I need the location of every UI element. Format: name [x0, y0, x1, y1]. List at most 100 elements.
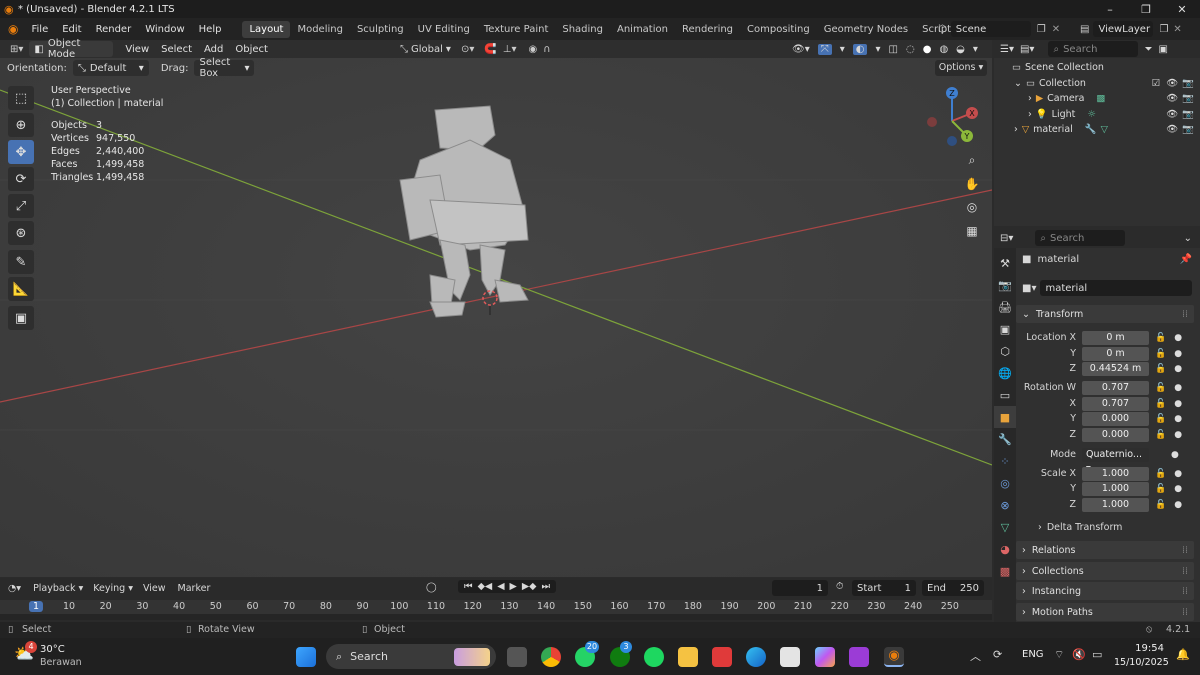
- keyframe-dot[interactable]: ●: [1174, 414, 1182, 424]
- xbox-icon[interactable]: 3: [610, 641, 632, 667]
- rotation-x-field[interactable]: 0.707: [1082, 396, 1149, 411]
- ms-store-icon[interactable]: [780, 647, 800, 667]
- timeline-menu-marker[interactable]: Marker: [178, 583, 211, 594]
- keyframe-dot[interactable]: ●: [1174, 364, 1182, 374]
- collection-tab-icon[interactable]: ▭: [994, 384, 1016, 406]
- ortho-grid-icon[interactable]: ▦: [962, 221, 982, 241]
- wifi-icon[interactable]: ⌔: [1054, 648, 1064, 662]
- rotation-w-field[interactable]: 0.707: [1082, 380, 1149, 395]
- blender-menu-icon[interactable]: ◉: [0, 22, 24, 36]
- tray-chevron-icon[interactable]: ︿: [970, 648, 981, 664]
- material-tab-icon[interactable]: ◕: [994, 538, 1016, 560]
- keyframe-dot[interactable]: ●: [1174, 399, 1182, 409]
- eye-icon[interactable]: 👁: [1166, 93, 1178, 104]
- location-x-field[interactable]: 0 m: [1082, 330, 1149, 345]
- sync-icon[interactable]: ⟳: [993, 648, 1002, 661]
- outliner-material[interactable]: › ▽ material 🔧 ▽ 👁 📷: [994, 122, 1200, 138]
- drag-dropdown[interactable]: Select Box ▾: [194, 57, 255, 79]
- lock-icon[interactable]: 🔓: [1155, 414, 1166, 424]
- viewport-menu-view[interactable]: View: [119, 44, 155, 55]
- spotify-icon[interactable]: [644, 647, 664, 667]
- pin-icon[interactable]: 📌: [1180, 254, 1192, 265]
- measure-tool-icon[interactable]: 📐: [8, 277, 34, 301]
- play-reverse-icon[interactable]: ◀: [497, 581, 504, 592]
- properties-search-input[interactable]: ⌕ Search: [1035, 230, 1126, 246]
- timeline-scrollbar[interactable]: [0, 614, 992, 620]
- material-shading-icon[interactable]: ◍: [939, 44, 948, 55]
- instancing-panel-header[interactable]: › Instancing ⁞⁞: [1016, 582, 1194, 600]
- motion-paths-panel-header[interactable]: › Motion Paths ⁞⁞: [1016, 603, 1194, 621]
- output-tab-icon[interactable]: 🖨: [994, 296, 1016, 318]
- outliner-scene-collection[interactable]: ▭ Scene Collection: [994, 60, 1200, 76]
- add-cube-tool-icon[interactable]: ▣: [8, 306, 34, 330]
- annotate-tool-icon[interactable]: ✎: [8, 250, 34, 274]
- snap-target-icon[interactable]: ⊥▾: [503, 44, 517, 55]
- new-collection-icon[interactable]: ▣: [1158, 44, 1167, 55]
- lock-icon[interactable]: 🔓: [1155, 484, 1166, 494]
- tab-animation[interactable]: Animation: [610, 21, 675, 38]
- keyframe-dot[interactable]: ●: [1171, 450, 1179, 460]
- battery-icon[interactable]: ▭: [1092, 648, 1102, 661]
- xray-icon[interactable]: ◫: [889, 44, 898, 55]
- tab-sculpting[interactable]: Sculpting: [350, 21, 411, 38]
- maximize-button[interactable]: ❐: [1128, 0, 1164, 18]
- eye-icon[interactable]: 👁: [1166, 124, 1178, 135]
- camera-render-icon[interactable]: 📷: [1182, 124, 1194, 135]
- zoom-icon[interactable]: ⌕: [962, 150, 982, 170]
- select-box-tool-icon[interactable]: ⬚: [8, 86, 34, 110]
- eye-icon[interactable]: 👁: [1166, 78, 1178, 89]
- task-view-icon[interactable]: [507, 647, 527, 667]
- tab-layout[interactable]: Layout: [242, 20, 291, 38]
- overlay-toggle-icon[interactable]: ◐: [852, 43, 868, 55]
- object-mode-dropdown[interactable]: ◧ Object Mode: [29, 38, 114, 60]
- timeline-ruler[interactable]: 1 10 20 30 40 50 60 70 80 90 100 110 120 130 140 150 160…: [0, 600, 992, 614]
- jump-start-icon[interactable]: ⏮: [464, 581, 473, 592]
- location-y-field[interactable]: 0 m: [1082, 346, 1149, 361]
- wps-office-icon[interactable]: [712, 647, 732, 667]
- world-tab-icon[interactable]: 🌐: [994, 362, 1016, 384]
- pivot-icon[interactable]: ⊙▾: [461, 44, 474, 55]
- rotation-z-field[interactable]: 0.000: [1082, 427, 1149, 442]
- object-name-field[interactable]: material: [1040, 280, 1192, 296]
- solid-shading-icon[interactable]: ●: [923, 44, 932, 55]
- play-icon[interactable]: ▶: [510, 581, 517, 592]
- physics-tab-icon[interactable]: ◎: [994, 472, 1016, 494]
- keyframe-dot[interactable]: ●: [1174, 430, 1182, 440]
- windows-start-icon[interactable]: [296, 647, 316, 667]
- tab-uv-editing[interactable]: UV Editing: [411, 21, 477, 38]
- scene-selector[interactable]: Scene: [950, 21, 1031, 37]
- file-explorer-icon[interactable]: [678, 647, 698, 667]
- scale-tool-icon[interactable]: ⤢: [8, 194, 34, 218]
- timeline-editor-icon[interactable]: ◔▾: [8, 583, 21, 594]
- lock-icon[interactable]: 🔓: [1155, 364, 1166, 374]
- rotation-y-field[interactable]: 0.000: [1082, 411, 1149, 426]
- lock-icon[interactable]: 🔓: [1155, 333, 1166, 343]
- end-frame-field[interactable]: End 250: [922, 580, 984, 596]
- volume-muted-icon[interactable]: 🔇: [1072, 648, 1086, 661]
- orientation-dropdown[interactable]: ⤡ Default ▾: [72, 60, 149, 76]
- scale-x-field[interactable]: 1.000: [1082, 466, 1149, 481]
- timeline-menu-playback[interactable]: Playback ▾: [33, 583, 83, 594]
- modifier-tab-icon[interactable]: 🔧: [994, 428, 1016, 450]
- filter-icon[interactable]: ⏷: [1144, 44, 1152, 55]
- outliner-search-input[interactable]: ⌕ Search: [1048, 41, 1139, 57]
- language-indicator[interactable]: ENG: [1022, 649, 1044, 660]
- tab-rendering[interactable]: Rendering: [675, 21, 740, 38]
- collection-checkbox[interactable]: ☑: [1152, 78, 1161, 89]
- rotation-mode-dropdown[interactable]: Quaternio... ▾: [1082, 447, 1149, 474]
- display-mode-icon[interactable]: ▤▾: [1020, 44, 1034, 55]
- rendered-shading-icon[interactable]: ◒: [956, 44, 965, 55]
- next-keyframe-icon[interactable]: ▶◆: [522, 581, 537, 592]
- prev-keyframe-icon[interactable]: ◆◀: [478, 581, 493, 592]
- keyframe-dot[interactable]: ●: [1174, 484, 1182, 494]
- camera-render-icon[interactable]: 📷: [1182, 78, 1194, 89]
- clock-time[interactable]: 19:54: [1122, 643, 1164, 654]
- lock-icon[interactable]: 🔓: [1155, 349, 1166, 359]
- viewport-menu-object[interactable]: Object: [229, 44, 274, 55]
- minimize-button[interactable]: –: [1092, 0, 1128, 18]
- transform-tool-icon[interactable]: ⊛: [8, 221, 34, 245]
- rotate-tool-icon[interactable]: ⟳: [8, 167, 34, 191]
- transform-orientation-dropdown[interactable]: Global: [411, 44, 443, 55]
- timeline-menu-keying[interactable]: Keying ▾: [93, 583, 133, 594]
- scale-z-field[interactable]: 1.000: [1082, 497, 1149, 512]
